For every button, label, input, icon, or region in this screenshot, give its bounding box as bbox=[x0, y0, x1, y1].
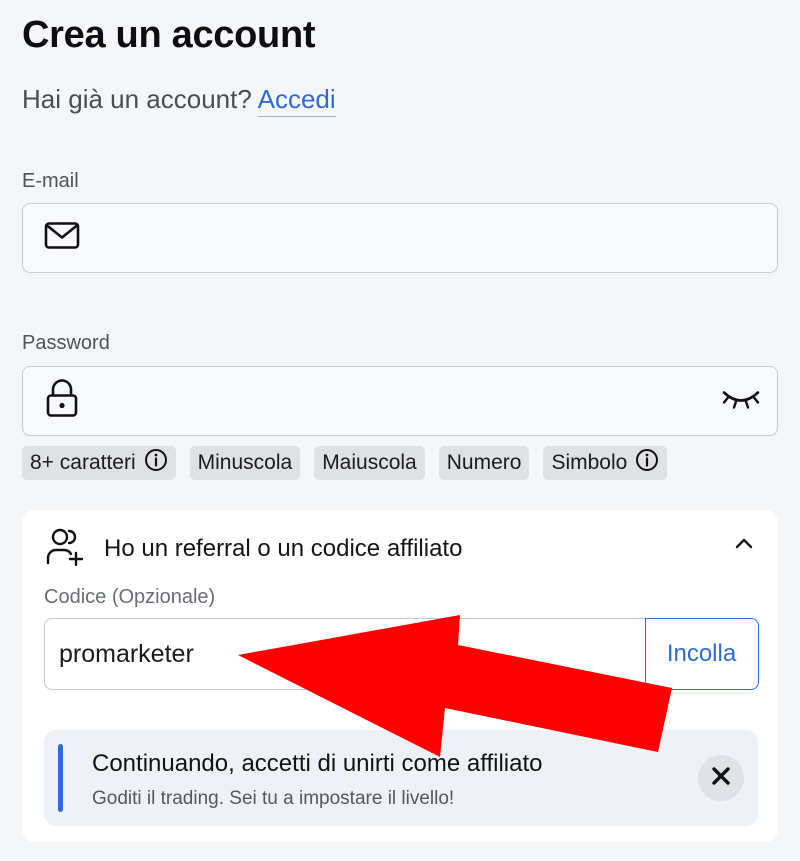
eye-closed-icon[interactable] bbox=[721, 387, 761, 416]
login-prompt-row: Hai già un account? Accedi bbox=[22, 84, 336, 117]
requirement-chip-uppercase: Maiuscola bbox=[314, 446, 425, 480]
email-field[interactable] bbox=[93, 204, 693, 272]
requirement-label: Simbolo bbox=[551, 451, 628, 474]
close-notice-button[interactable] bbox=[698, 755, 744, 801]
requirement-label: Numero bbox=[446, 451, 522, 474]
mail-icon bbox=[43, 221, 81, 256]
requirement-chip-lowercase: Minuscola bbox=[189, 446, 301, 480]
requirement-label: Minuscola bbox=[197, 451, 293, 474]
email-field-container[interactable] bbox=[22, 203, 778, 273]
requirement-chip-number: Numero bbox=[438, 446, 530, 480]
info-icon[interactable] bbox=[635, 448, 659, 478]
referral-card: Ho un referral o un codice affiliato Cod… bbox=[22, 510, 778, 842]
close-icon bbox=[711, 766, 731, 791]
notice-subtitle: Goditi il trading. Sei tu a impostare il… bbox=[92, 788, 455, 809]
requirement-label: Maiuscola bbox=[322, 451, 417, 474]
email-label: E-mail bbox=[22, 170, 79, 192]
info-icon[interactable] bbox=[144, 448, 168, 478]
requirement-chip-length: 8+ caratteri bbox=[22, 446, 176, 480]
referral-code-label: Codice (Opzionale) bbox=[44, 586, 216, 608]
notice-accent-bar bbox=[58, 744, 63, 812]
password-label: Password bbox=[22, 332, 110, 354]
page-title: Crea un account bbox=[22, 14, 316, 56]
add-user-icon bbox=[46, 526, 84, 571]
referral-toggle[interactable]: Ho un referral o un codice affiliato bbox=[46, 526, 462, 571]
referral-code-input[interactable] bbox=[59, 619, 619, 689]
login-link[interactable]: Accedi bbox=[257, 84, 336, 117]
password-requirements: 8+ caratteri Minuscola Maiuscola Numero … bbox=[22, 446, 668, 480]
referral-code-group: Incolla bbox=[44, 617, 759, 690]
lock-icon bbox=[43, 379, 81, 424]
password-field-container[interactable] bbox=[22, 366, 778, 436]
chevron-up-icon[interactable] bbox=[734, 536, 754, 555]
referral-title: Ho un referral o un codice affiliato bbox=[104, 534, 463, 562]
notice-title: Continuando, accetti di unirti come affi… bbox=[92, 750, 543, 777]
paste-button[interactable]: Incolla bbox=[644, 617, 759, 690]
affiliate-notice: Continuando, accetti di unirti come affi… bbox=[44, 730, 758, 826]
requirement-label: 8+ caratteri bbox=[30, 451, 136, 474]
password-field[interactable] bbox=[93, 367, 693, 435]
login-prompt-text: Hai già un account? bbox=[22, 84, 252, 114]
requirement-chip-symbol: Simbolo bbox=[543, 446, 668, 480]
